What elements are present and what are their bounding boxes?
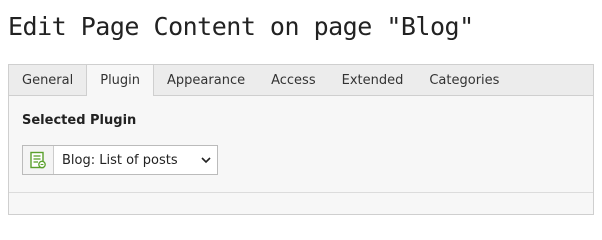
tab-extended[interactable]: Extended <box>329 65 417 95</box>
plugin-select-value: Blog: List of posts <box>62 152 178 168</box>
plugin-select[interactable]: Blog: List of posts <box>22 145 218 175</box>
tab-bar: General Plugin Appearance Access Extende… <box>8 64 594 96</box>
tab-plugin[interactable]: Plugin <box>86 64 155 96</box>
panel-divider <box>9 192 593 193</box>
plugin-panel: Selected Plugin Blog: List of posts <box>8 95 594 215</box>
selected-plugin-label: Selected Plugin <box>22 113 137 128</box>
chevron-down-icon <box>195 156 217 164</box>
tab-appearance[interactable]: Appearance <box>154 65 258 95</box>
tab-general[interactable]: General <box>9 65 86 95</box>
plugin-list-icon <box>23 146 54 174</box>
page-title: Edit Page Content on page "Blog" <box>8 12 474 41</box>
tab-categories[interactable]: Categories <box>416 65 512 95</box>
tab-access[interactable]: Access <box>258 65 329 95</box>
